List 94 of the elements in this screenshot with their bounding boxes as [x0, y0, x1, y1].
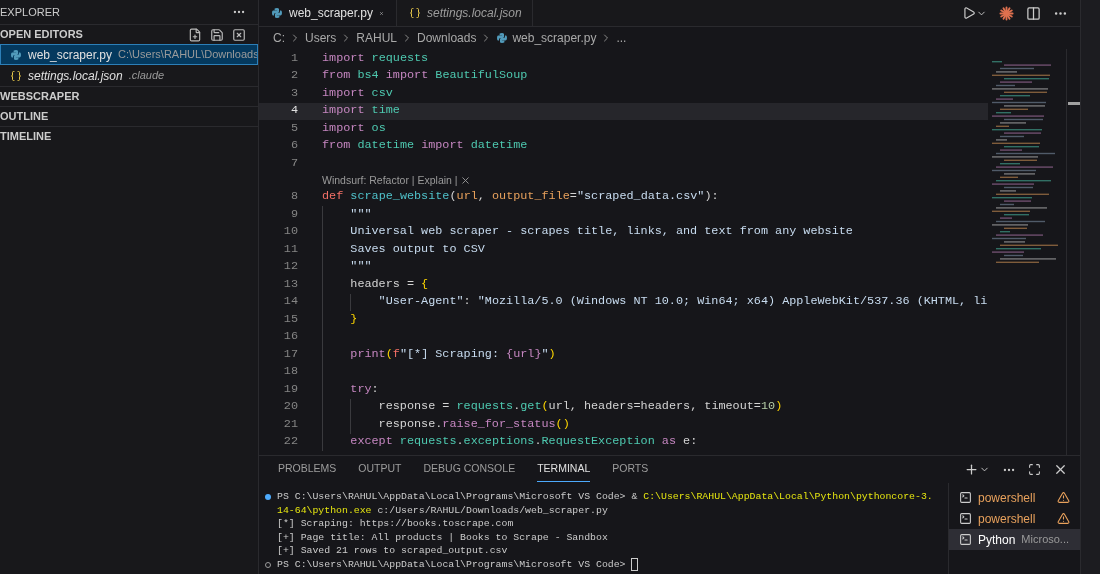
code-line: """ [350, 205, 372, 223]
breadcrumb-item[interactable]: C: [273, 29, 285, 47]
terminal-icon [959, 512, 972, 525]
terminal-list-item[interactable]: Python Microso... [949, 529, 1080, 550]
breadcrumb-item[interactable]: Users [305, 29, 337, 47]
open-editor-item[interactable]: settings.local.json .claude [0, 65, 258, 86]
code-line: headers = { [350, 275, 429, 293]
terminal-line: [*] Scraping: https://books.toscrape.com [277, 517, 514, 531]
line-number: 21 [282, 415, 298, 433]
open-editor-item[interactable]: web_scraper.py C:\Users\RAHUL\Downloads [0, 44, 258, 65]
line-number: 1 [289, 49, 298, 67]
line-number: 15 [282, 310, 298, 328]
code-line: "User-Agent": "Mozilla/5.0 (Windows NT 10.0; Win64; x64) AppleWebKit/537.36 (KHTML, li [378, 293, 988, 311]
breadcrumb-item[interactable]: web_scraper.py [512, 29, 597, 47]
editor-tab[interactable]: settings.local.json [397, 0, 533, 26]
close-icon[interactable] [459, 175, 471, 186]
code-line: """ [350, 258, 372, 276]
code-line: Universal web scraper - scrapes title, links, and text from any website [350, 223, 853, 241]
line-number: 20 [282, 398, 298, 416]
code-line: try: [350, 380, 379, 398]
terminal-line: [+] Page title: All products | Books to Scrape - Sandbox [277, 530, 608, 545]
terminal-detail: Microso... [1021, 532, 1070, 548]
panel-tab[interactable]: OUTPUT [358, 457, 402, 482]
python-icon [496, 32, 509, 44]
split-editor-icon[interactable] [1026, 5, 1041, 21]
sidebar-title: EXPLORER [0, 4, 60, 20]
code-line: } [350, 310, 358, 328]
code-line: response.raise_for_status() [378, 415, 570, 433]
section-header[interactable]: TIMELINE [0, 128, 52, 145]
line-number: 5 [289, 119, 298, 137]
line-number: 14 [282, 293, 298, 311]
terminal-line: [+] Saved 21 rows to scraped_output.csv [277, 544, 508, 558]
line-number: 19 [282, 380, 298, 398]
line-number: 12 [282, 258, 298, 276]
terminal-line: PS C:\Users\RAHUL\AppData\Local\Programs\Microsoft VS Code> [277, 557, 627, 572]
line-number: 8 [289, 188, 298, 206]
terminal-list-item[interactable]: powershell [949, 487, 1080, 508]
section-header[interactable]: OPEN EDITORS [0, 26, 83, 43]
terminal-list-item[interactable]: powershell [949, 508, 1080, 529]
panel-tab[interactable]: PORTS [612, 457, 649, 482]
file-path: C:\Users\RAHUL\Downloads [118, 47, 259, 63]
line-number: 16 [282, 328, 298, 346]
code-lens[interactable]: Windsurf: Refactor | Explain | [322, 172, 458, 189]
braces-icon [409, 7, 421, 19]
code-line: Saves output to CSV [350, 240, 485, 258]
code-line: from datetime import datetime [322, 137, 528, 155]
new-terminal-icon[interactable] [964, 462, 979, 477]
file-name: settings.local.json [28, 67, 123, 85]
line-number: 2 [289, 67, 298, 85]
section-header[interactable]: OUTLINE [0, 108, 49, 125]
line-number: 9 [289, 205, 298, 223]
terminal-line: 14-64\python.exe c:/Users/RAHUL/Downloads/web_scraper.py [277, 503, 608, 518]
line-number: 11 [282, 240, 298, 258]
code-line: import os [322, 119, 386, 137]
panel-tab[interactable]: DEBUG CONSOLE [423, 457, 516, 482]
python-icon [271, 7, 283, 19]
code-line: from bs4 import BeautifulSoup [322, 67, 528, 85]
terminal-line: PS C:\Users\RAHUL\AppData\Local\Programs\Microsoft VS Code> & C:\Users\RAHUL\AppData\Local\Python\pythoncore-3. [277, 490, 933, 504]
section-header[interactable]: WEBSCRAPER [0, 88, 80, 105]
terminal-icon [959, 533, 972, 546]
scrollbar-thumb[interactable] [1067, 102, 1080, 105]
panel-tab[interactable]: TERMINAL [537, 457, 591, 482]
breadcrumb-item[interactable]: ... [616, 29, 627, 47]
code-line: def scrape_website(url, output_file="scraped_data.csv"): [322, 188, 719, 206]
line-number: 22 [282, 433, 298, 451]
run-icon[interactable] [962, 6, 976, 20]
line-number: 13 [282, 275, 298, 293]
terminal-icon [959, 491, 972, 504]
line-number: 18 [282, 363, 298, 381]
breadcrumb-item[interactable]: RAHUL [356, 29, 398, 47]
line-number: 7 [289, 154, 298, 172]
line-number: 6 [289, 137, 298, 155]
line-number: 10 [282, 223, 298, 241]
code-line: import csv [322, 84, 393, 102]
code-line: print(f"[*] Scraping: {url}") [350, 345, 556, 363]
line-number: 4 [289, 102, 298, 120]
python-icon [10, 48, 22, 61]
breadcrumb-item[interactable]: Downloads [417, 29, 477, 47]
line-number: 3 [289, 84, 298, 102]
code-line: except requests.exceptions.RequestException as e: [350, 433, 698, 451]
maximize-icon[interactable] [1028, 463, 1041, 476]
close-icon[interactable] [1053, 462, 1068, 477]
code-line: response = requests.get(url, headers=headers, timeout=10) [378, 398, 783, 416]
new-file-icon[interactable] [188, 27, 202, 42]
starburst-icon[interactable] [999, 5, 1014, 21]
code-line: import time [322, 102, 400, 120]
code-line: import requests [322, 49, 429, 67]
save-all-icon[interactable] [210, 27, 224, 42]
close-all-icon[interactable] [232, 27, 246, 42]
braces-icon [10, 69, 22, 82]
file-path: .claude [128, 68, 165, 84]
panel-tab[interactable]: PROBLEMS [278, 457, 337, 482]
file-name: web_scraper.py [28, 46, 113, 64]
line-number: 17 [282, 345, 298, 363]
